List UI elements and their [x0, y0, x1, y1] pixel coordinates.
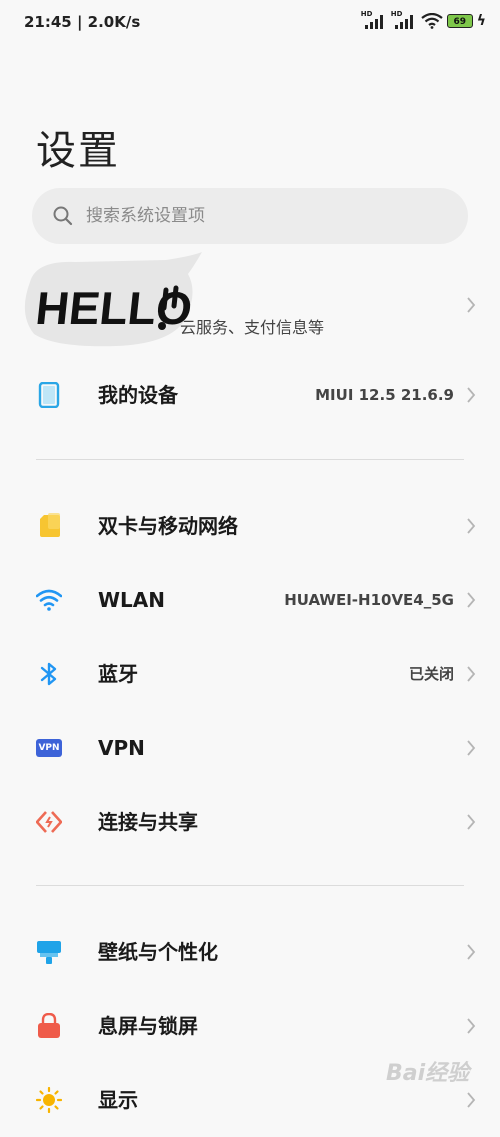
display-label: 显示: [98, 1088, 138, 1112]
vpn-icon: VPN: [36, 739, 62, 757]
bluetooth-value: 已关闭: [408, 665, 454, 683]
chevron-right-icon: [467, 592, 476, 608]
chevron-right-icon: [467, 518, 476, 534]
wallpaper-label: 壁纸与个性化: [98, 940, 218, 964]
sim-network-row[interactable]: 双卡与移动网络: [0, 489, 500, 563]
vpn-label: VPN: [98, 736, 145, 760]
phone-icon: [38, 382, 60, 408]
wlan-label: WLAN: [98, 588, 166, 612]
lock-screen-row[interactable]: 息屏与锁屏: [0, 989, 500, 1063]
signal-icon: HD: [391, 10, 417, 30]
chevron-right-icon: [467, 740, 476, 756]
my-device-label: 我的设备: [98, 383, 178, 407]
search-input[interactable]: 搜索系统设置项: [86, 188, 205, 244]
signal-icon: HD: [361, 10, 387, 30]
watermark: Bai经验: [386, 1061, 470, 1086]
battery-icon: 69: [446, 14, 473, 28]
charging-icon: ϟ: [476, 13, 486, 29]
bluetooth-row[interactable]: 蓝牙 已关闭: [0, 637, 500, 711]
status-icons: HD HD 69 ϟ: [361, 10, 486, 30]
bluetooth-icon: [40, 662, 57, 686]
chevron-right-icon: [467, 814, 476, 830]
wlan-row[interactable]: WLAN HUAWEI-H10VE4_5G: [0, 563, 500, 637]
hello-sticker-text: HELLO: [33, 282, 194, 334]
search-icon: [53, 206, 73, 226]
sun-icon: [36, 1087, 62, 1113]
search-bar[interactable]: 搜索系统设置项: [32, 188, 468, 244]
status-bar: 21:45 | 2.0K/s HD HD 69 ϟ: [0, 0, 500, 44]
status-time-speed: 21:45 | 2.0K/s: [24, 13, 141, 31]
my-device-value: MIUI 12.5 21.6.9: [315, 386, 454, 404]
chevron-right-icon: [467, 1018, 476, 1034]
chevron-right-icon: [467, 297, 476, 313]
wifi-icon: [421, 13, 443, 29]
connection-sharing-label: 连接与共享: [98, 810, 198, 834]
chevron-right-icon: [467, 666, 476, 682]
wallpaper-row[interactable]: 壁纸与个性化: [0, 915, 500, 989]
share-connection-icon: [36, 811, 62, 833]
hello-sticker: HELLO: [16, 252, 206, 356]
chevron-right-icon: [467, 1092, 476, 1108]
page-title: 设置: [36, 128, 120, 174]
vpn-row[interactable]: VPN VPN: [0, 711, 500, 785]
my-device-row[interactable]: 我的设备 MIUI 12.5 21.6.9: [0, 358, 500, 432]
divider: [36, 459, 464, 460]
chevron-right-icon: [467, 387, 476, 403]
paint-brush-icon: [37, 941, 61, 964]
sim-card-icon: [40, 513, 60, 537]
lock-icon: [38, 1013, 60, 1038]
wifi-icon: [36, 589, 62, 611]
bluetooth-label: 蓝牙: [98, 662, 138, 686]
wlan-value: HUAWEI-H10VE4_5G: [284, 591, 454, 609]
lock-screen-label: 息屏与锁屏: [98, 1014, 198, 1038]
sim-network-label: 双卡与移动网络: [98, 514, 238, 538]
connection-sharing-row[interactable]: 连接与共享: [0, 785, 500, 859]
chevron-right-icon: [467, 944, 476, 960]
divider: [36, 885, 464, 886]
